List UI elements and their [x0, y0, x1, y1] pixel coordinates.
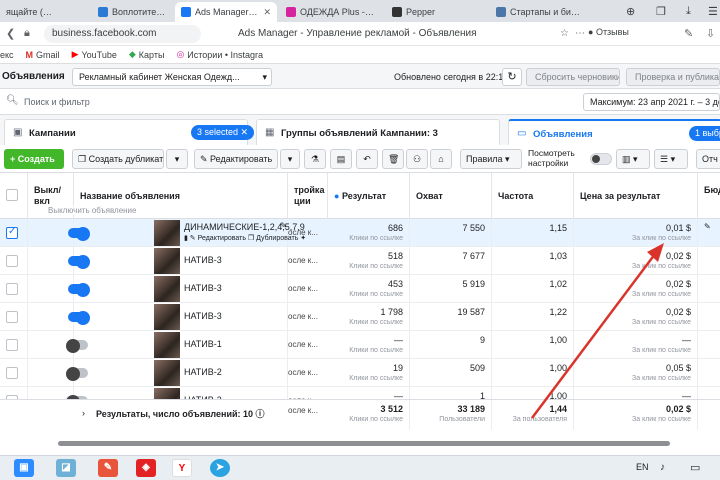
language-indicator[interactable]: EN [636, 462, 649, 472]
telegram-icon[interactable]: ➤ [210, 459, 230, 477]
arrow-head [647, 243, 664, 262]
zoom-icon[interactable]: ▣ [14, 459, 34, 477]
notifications-icon[interactable]: ▭ [690, 461, 700, 474]
os-taskbar: ▣ ◪ ✎ ◈ Y ➤ EN ♪ ▭ [0, 455, 720, 480]
notes-app-icon[interactable]: ◪ [56, 459, 76, 477]
arrow-shaft [531, 249, 659, 419]
annotation-arrow [531, 243, 664, 419]
volume-icon[interactable]: ♪ [660, 462, 665, 473]
yandex-browser-icon[interactable]: Y [172, 459, 192, 477]
paint-app-icon[interactable]: ✎ [98, 459, 118, 477]
anydesk-icon[interactable]: ◈ [136, 459, 156, 477]
